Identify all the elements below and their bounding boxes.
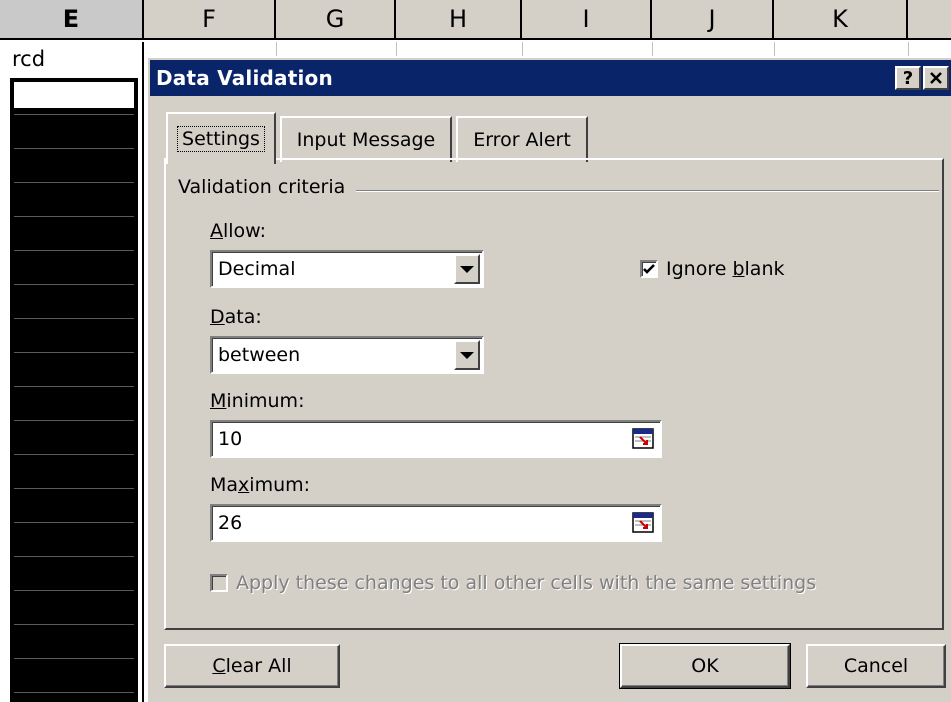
- help-button[interactable]: ?: [895, 66, 921, 90]
- active-cell[interactable]: [14, 82, 134, 108]
- column-header-h[interactable]: H: [396, 0, 522, 40]
- apply-all-label: Apply these changes to all other cells w…: [236, 572, 817, 594]
- data-dropdown-button[interactable]: [454, 340, 480, 370]
- column-header-g[interactable]: G: [276, 0, 396, 40]
- column-header-i[interactable]: I: [522, 0, 652, 40]
- data-label: Data:: [210, 306, 262, 328]
- data-value: between: [218, 344, 301, 366]
- maximum-value: 26: [218, 512, 243, 534]
- row-gridline: [14, 658, 134, 659]
- dialog-title: Data Validation: [156, 66, 333, 90]
- allow-value: Decimal: [218, 258, 296, 280]
- group-divider: [356, 190, 939, 192]
- maximum-input[interactable]: 26: [210, 504, 662, 542]
- row-gridline: [14, 352, 134, 353]
- column-header-k[interactable]: K: [774, 0, 908, 40]
- row-gridline: [14, 216, 134, 217]
- validation-criteria-label: Validation criteria: [178, 176, 346, 198]
- collapse-dialog-icon[interactable]: [632, 427, 656, 451]
- column-headers: E F G H I J K: [0, 0, 951, 42]
- row-gridline: [14, 250, 134, 251]
- cancel-button[interactable]: Cancel: [806, 644, 946, 688]
- allow-select[interactable]: Decimal: [210, 250, 484, 288]
- column-e-border: [142, 42, 144, 702]
- close-icon: [930, 72, 942, 84]
- column-header-f[interactable]: F: [144, 0, 276, 40]
- row-gridline: [14, 420, 134, 421]
- allow-label: Allow:: [210, 220, 267, 242]
- row-gridline: [14, 488, 134, 489]
- row-gridline: [14, 148, 134, 149]
- column-header-j[interactable]: J: [652, 0, 774, 40]
- cell-e-header-text[interactable]: rcd: [12, 42, 136, 82]
- minimum-input[interactable]: 10: [210, 420, 662, 458]
- row-gridline: [14, 284, 134, 285]
- row-gridline: [14, 182, 134, 183]
- row-gridline: [14, 454, 134, 455]
- chevron-down-icon: [460, 351, 474, 359]
- tab-input-message[interactable]: Input Message: [280, 116, 452, 162]
- collapse-dialog-icon[interactable]: [632, 511, 656, 535]
- dialog-titlebar[interactable]: Data Validation ?: [150, 60, 951, 96]
- allow-dropdown-button[interactable]: [454, 254, 480, 284]
- apply-all-checkbox[interactable]: Apply these changes to all other cells w…: [210, 572, 816, 594]
- data-select[interactable]: between: [210, 336, 484, 374]
- checkmark-icon: [643, 264, 655, 274]
- column-header-l[interactable]: [908, 0, 951, 40]
- row-gridline: [14, 556, 134, 557]
- minimum-label: Minimum:: [210, 390, 305, 412]
- clear-all-button[interactable]: Clear All: [164, 644, 340, 688]
- ignore-blank-checkbox[interactable]: Ignore blank: [640, 258, 785, 280]
- row-gridline: [14, 386, 134, 387]
- row-gridline: [14, 624, 134, 625]
- close-button[interactable]: [923, 66, 949, 90]
- minimum-value: 10: [218, 428, 243, 450]
- ignore-blank-label: Ignore blank: [666, 258, 785, 280]
- clear-all-label: Clear All: [212, 655, 292, 677]
- column-header-e[interactable]: E: [0, 0, 144, 40]
- row-gridline: [14, 522, 134, 523]
- tab-settings[interactable]: Settings: [166, 112, 276, 164]
- ok-button[interactable]: OK: [619, 643, 791, 689]
- tab-error-alert[interactable]: Error Alert: [456, 116, 588, 162]
- selected-range[interactable]: [10, 78, 138, 702]
- row-gridline: [14, 114, 134, 115]
- row-gridline: [14, 318, 134, 319]
- row-gridline: [14, 692, 134, 693]
- row-gridline: [14, 590, 134, 591]
- apply-all-check[interactable]: [210, 574, 228, 592]
- ignore-blank-check[interactable]: [640, 260, 658, 278]
- chevron-down-icon: [460, 265, 474, 273]
- maximum-label: Maximum:: [210, 474, 311, 496]
